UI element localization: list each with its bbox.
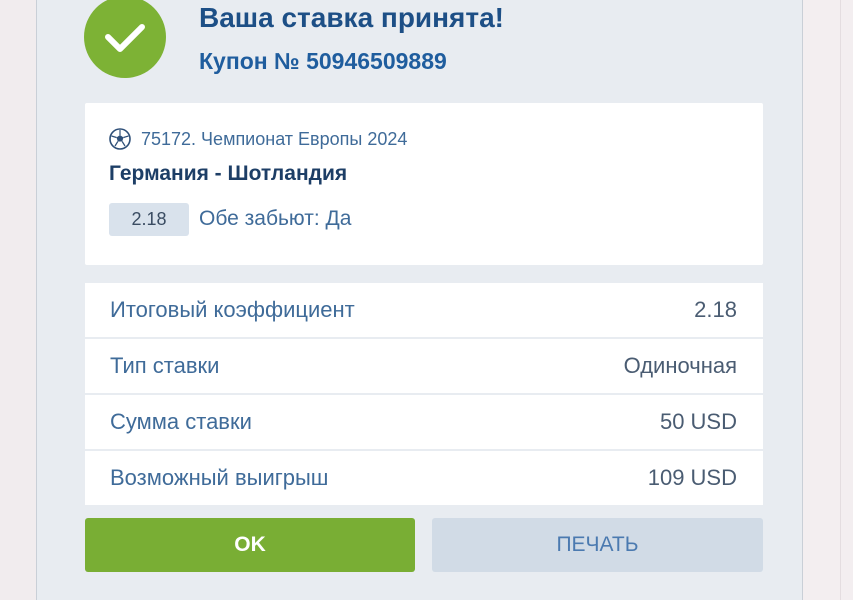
summary-label: Возможный выигрыш [110,465,329,490]
dialog-title: Ваша ставка принята! [199,2,505,33]
summary-value: Одиночная [623,353,737,378]
summary-value: 109 USD [647,465,737,490]
summary-value: 2.18 [694,297,737,322]
summary-label: Итоговый коэффициент [110,297,355,322]
ok-button[interactable]: OK [85,518,415,572]
right-divider [840,0,841,600]
print-button[interactable]: ПЕЧАТЬ [432,518,763,572]
summary-label: Тип ставки [110,353,220,378]
right-background [803,0,853,600]
bet-selection: Обе забьют: Да [199,207,352,230]
summary-row-bet-type: Тип ставки Одиночная [85,339,763,393]
left-background [0,0,36,600]
event-card: 75172. Чемпионат Европы 2024 Германия - … [85,103,763,265]
summary-row-potential-win: Возможный выигрыш 109 USD [85,451,763,505]
soccer-ball-icon [109,128,131,150]
success-check-icon [84,0,166,78]
summary-row-total-odds: Итоговый коэффициент 2.18 [85,283,763,337]
bet-accepted-dialog: Ваша ставка принята! Купон № 50946509889… [36,0,803,600]
tournament-name: 75172. Чемпионат Европы 2024 [141,129,408,149]
bet-summary: Итоговый коэффициент 2.18 Тип ставки Оди… [85,283,763,507]
summary-value: 50 USD [659,409,737,434]
summary-row-stake: Сумма ставки 50 USD [85,395,763,449]
summary-label: Сумма ставки [110,409,252,434]
coupon-number: Купон № 50946509889 [199,48,447,74]
match-name: Германия - Шотландия [109,162,348,185]
odds-badge: 2.18 [109,203,189,236]
